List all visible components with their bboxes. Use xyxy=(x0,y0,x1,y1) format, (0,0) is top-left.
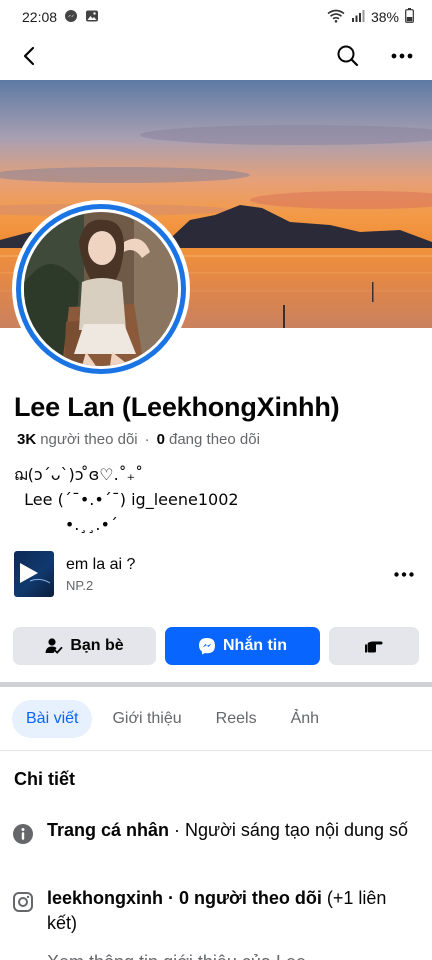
stats-separator: · xyxy=(144,431,150,448)
tab-reels[interactable]: Reels xyxy=(202,700,271,738)
music-artist: NP.2 xyxy=(66,577,94,593)
followers-label[interactable]: người theo dõi xyxy=(40,431,137,448)
more-dots-icon xyxy=(391,53,413,59)
search-icon xyxy=(337,45,359,67)
friends-label: Bạn bè xyxy=(70,637,124,654)
back-button[interactable] xyxy=(14,40,46,72)
followers-count[interactable]: 3K xyxy=(17,431,36,448)
play-icon xyxy=(20,563,51,584)
detail-more-text: Xem thông tin giới thiệu của Lee xyxy=(47,950,306,960)
section-divider xyxy=(0,682,432,687)
detail-more[interactable]: Xem thông tin giới thiệu của Lee xyxy=(12,950,412,960)
tabs-divider xyxy=(0,750,432,751)
instagram-icon xyxy=(13,892,33,912)
music-more-button[interactable] xyxy=(390,560,418,588)
status-time: 22:08 xyxy=(22,9,58,25)
bio-line-1: ฌ(ɔ´ᴗ`)ɔ ̊ɞ♡.˚₊˚ xyxy=(14,465,144,484)
friend-check-icon xyxy=(45,638,63,654)
more-info-icon xyxy=(12,955,34,960)
bio-line-2: Lee (´¯•.•´¯) ig_leene1002 xyxy=(14,490,239,509)
message-button[interactable]: Nhắn tin xyxy=(165,627,320,665)
profile-name: Lee Lan (LeekhongXinhh) xyxy=(14,392,340,422)
follow-stats: 3K người theo dõi · 0 đang theo dõi xyxy=(17,431,260,448)
profile-avatar[interactable] xyxy=(12,200,190,378)
detail-instagram[interactable]: leekhongxinh · 0 người theo dõi (+1 liên… xyxy=(12,886,412,936)
search-button[interactable] xyxy=(332,40,364,72)
tab-posts[interactable]: Bài viết xyxy=(12,700,93,738)
story-ring xyxy=(16,204,186,374)
battery-icon xyxy=(405,8,414,26)
friends-button[interactable]: Bạn bè xyxy=(13,627,156,665)
signal-icon xyxy=(351,9,365,26)
avatar-photo xyxy=(24,212,178,366)
gallery-notification-icon xyxy=(85,9,99,26)
instagram-bold: leekhongxinh · 0 người theo dõi xyxy=(47,888,322,908)
avatar-image xyxy=(21,209,181,369)
messenger-icon xyxy=(199,638,215,655)
status-bar: 22:08 38% xyxy=(0,0,432,34)
tab-about[interactable]: Giới thiệu xyxy=(98,700,195,738)
following-label[interactable]: đang theo dõi xyxy=(169,431,260,448)
profile-music[interactable]: em la ai ? NP.2 xyxy=(14,550,418,598)
poke-button[interactable] xyxy=(329,627,419,665)
message-label: Nhắn tin xyxy=(223,637,287,654)
bio-line-3: •.¸¸.•´ xyxy=(14,515,118,534)
profile-bio: ฌ(ɔ´ᴗ`)ɔ ̊ɞ♡.˚₊˚ Lee (´¯•.•´¯) ig_leene1… xyxy=(14,462,239,537)
tab-photos[interactable]: Ảnh xyxy=(277,700,333,738)
pointing-hand-icon xyxy=(365,641,383,653)
back-arrow-icon xyxy=(23,46,35,66)
details-title: Chi tiết xyxy=(14,769,75,789)
messenger-notification-icon xyxy=(64,9,78,26)
info-icon xyxy=(13,824,33,844)
detail-page-type: Trang cá nhân · Người sáng tạo nội dung … xyxy=(12,818,412,845)
more-options-button[interactable] xyxy=(386,40,418,72)
music-cover-art xyxy=(14,551,54,597)
top-nav xyxy=(0,36,432,76)
profile-tabs: Bài viết Giới thiệu Reels Ảnh xyxy=(12,700,333,738)
music-title: em la ai ? xyxy=(66,555,136,573)
page-type-rest: · Người sáng tạo nội dung số xyxy=(169,820,409,840)
wifi-icon xyxy=(327,9,345,26)
more-dots-icon xyxy=(394,571,414,577)
following-count[interactable]: 0 xyxy=(157,431,165,448)
page-type-bold: Trang cá nhân xyxy=(47,820,170,840)
profile-actions: Bạn bè Nhắn tin xyxy=(13,627,419,665)
battery-percent: 38% xyxy=(370,9,399,25)
